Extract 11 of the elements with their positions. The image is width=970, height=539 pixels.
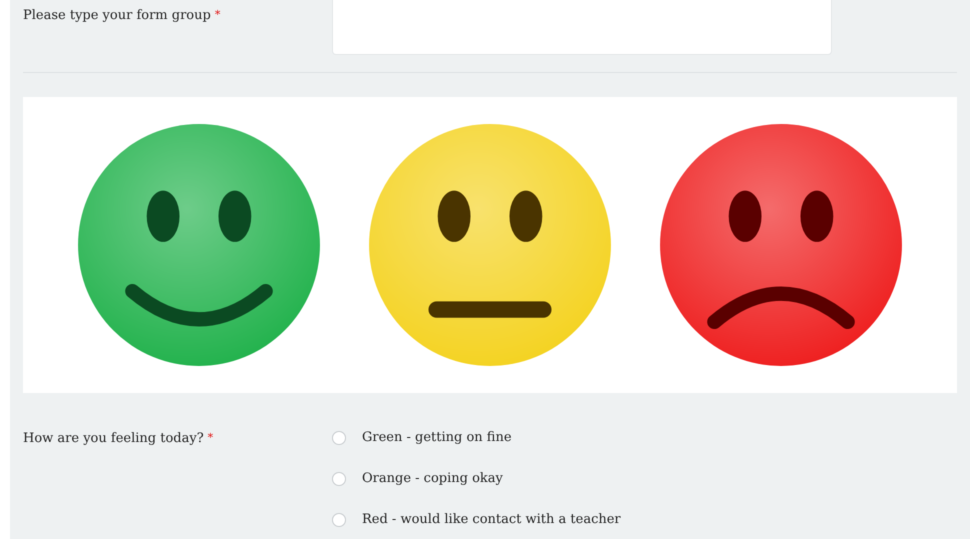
input-field[interactable]: [332, 0, 832, 55]
option-label[interactable]: Red - would like contact with a teacher: [362, 512, 621, 527]
required-asterisk: *: [214, 8, 220, 23]
radio-button[interactable]: [332, 472, 346, 486]
option-label[interactable]: Green - getting on fine: [362, 430, 512, 445]
radio-button[interactable]: [332, 430, 346, 444]
field-label: Please type your form group: [23, 8, 211, 23]
radio-button[interactable]: [332, 512, 346, 526]
option-label[interactable]: Orange - coping okay: [362, 471, 503, 486]
question-label: How are you feeling today?: [23, 431, 204, 446]
required-asterisk: *: [208, 431, 214, 446]
